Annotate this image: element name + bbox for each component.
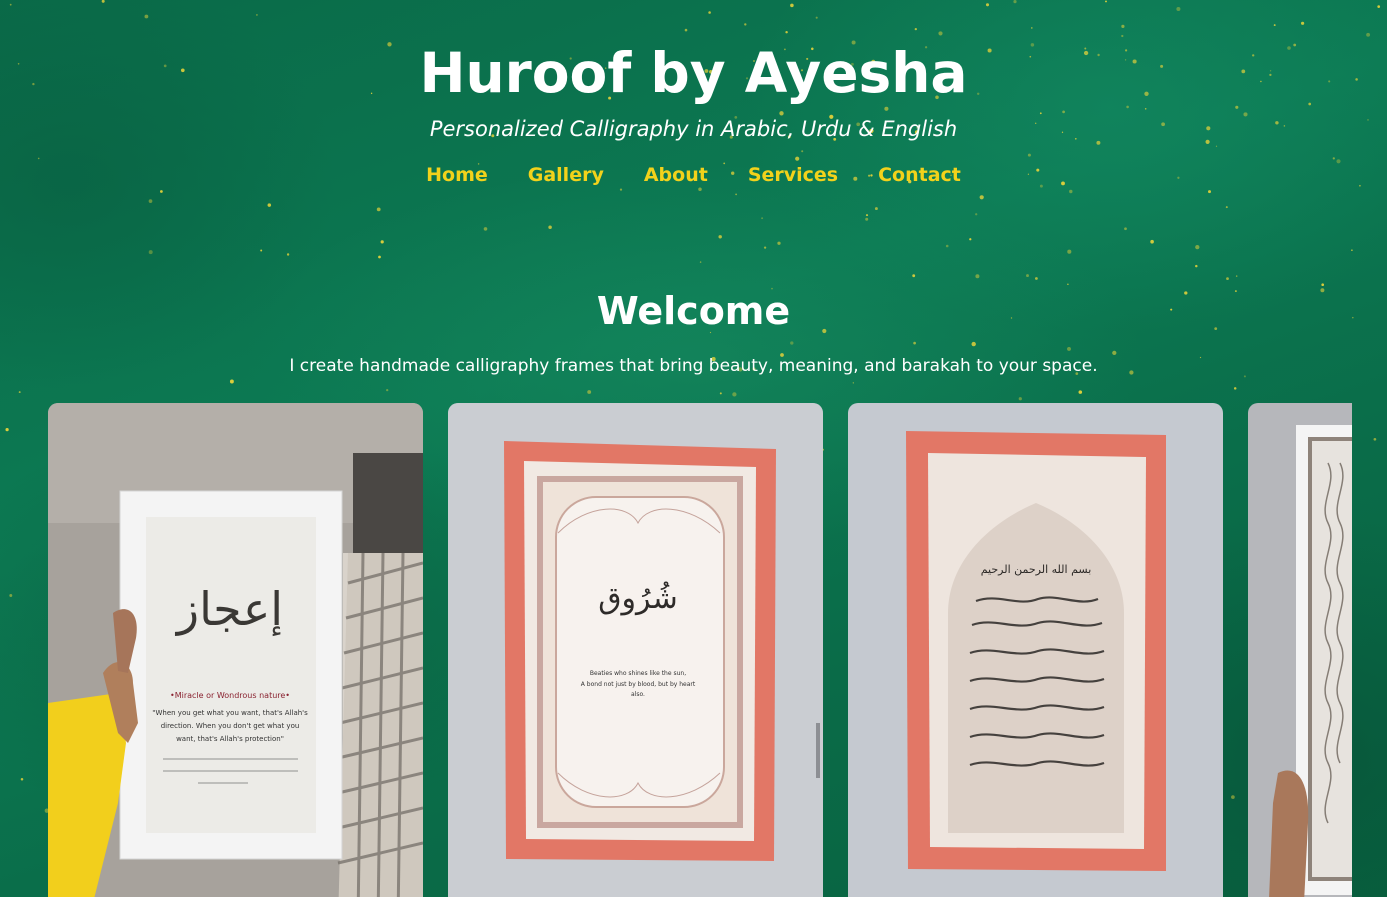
gallery-card[interactable] <box>1248 403 1352 897</box>
shirt-pattern <box>337 552 423 897</box>
calligraphy-frame-image <box>1248 403 1352 897</box>
nav-link-contact[interactable]: Contact <box>878 160 961 190</box>
calligraphy-frame-image: بسم الله الرحمن الرحيم <box>848 403 1223 897</box>
main-nav: Home Gallery About Services Contact <box>0 160 1387 190</box>
frame1-subtitle: •Miracle or Wondrous nature• <box>170 691 290 700</box>
calligraphy-frame-image: إعجاز •Miracle or Wondrous nature• "When… <box>48 403 423 897</box>
nav-link-services[interactable]: Services <box>748 160 838 190</box>
site-title[interactable]: Huroof by Ayesha <box>0 38 1387 108</box>
welcome-heading: Welcome <box>596 289 791 333</box>
frame1-arabic: إعجاز <box>175 582 283 636</box>
gallery-card[interactable]: إعجاز •Miracle or Wondrous nature• "When… <box>48 403 423 897</box>
nav-link-about[interactable]: About <box>644 160 708 190</box>
nav-link-gallery[interactable]: Gallery <box>528 160 604 190</box>
gallery-card[interactable]: شُرُوق Beaties who shines like the sun, … <box>448 403 823 897</box>
frame2-arabic: شُرُوق <box>598 580 677 616</box>
gallery-carousel[interactable]: إعجاز •Miracle or Wondrous nature• "When… <box>48 403 1352 897</box>
frame2-caption-line2: A bond not just by blood, but by heart <box>581 681 696 688</box>
frame1-quote-line2: direction. When you don't get what you <box>161 722 300 730</box>
frame3-arabic: بسم الله الرحمن الرحيم <box>981 563 1092 576</box>
site-tagline: Personalized Calligraphy in Arabic, Urdu… <box>429 117 958 141</box>
frame1-quote-line3: want, that's Allah's protection" <box>176 735 284 743</box>
nav-link-home[interactable]: Home <box>426 160 488 190</box>
welcome-description: I create handmade calligraphy frames tha… <box>289 356 1098 376</box>
calligraphy-frame-image: شُرُوق Beaties who shines like the sun, … <box>448 403 823 897</box>
frame2-caption-line3: also. <box>631 691 645 698</box>
frame1-quote-line1: "When you get what you want, that's Alla… <box>152 709 308 717</box>
gallery-card[interactable]: بسم الله الرحمن الرحيم <box>848 403 1223 897</box>
frame2-caption-line1: Beaties who shines like the sun, <box>590 670 686 677</box>
